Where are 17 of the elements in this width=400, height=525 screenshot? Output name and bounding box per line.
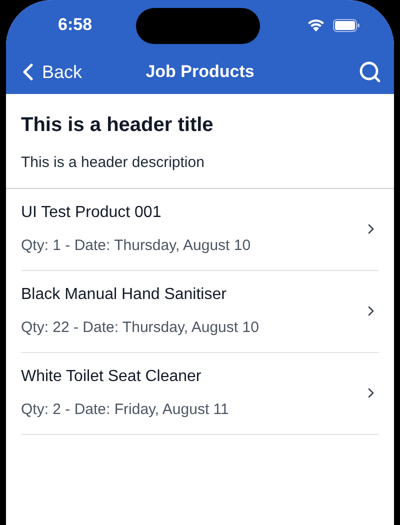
product-row[interactable]: White Toilet Seat Cleaner Qty: 2 - Date: Friday, August 11 bbox=[21, 352, 379, 434]
product-name: Black Manual Hand Sanitiser bbox=[21, 284, 228, 305]
header-title: This is a header title bbox=[21, 113, 214, 138]
product-details: Qty: 1 - Date: Thursday, August 10 bbox=[21, 236, 251, 256]
product-row[interactable]: UI Test Product 001 Qty: 1 - Date: Thursday, August 10 bbox=[21, 188, 379, 270]
page-title: Job Products bbox=[146, 61, 254, 84]
back-button[interactable]: Back bbox=[14, 58, 82, 86]
product-name: UI Test Product 001 bbox=[21, 202, 162, 223]
wifi-icon bbox=[307, 18, 325, 32]
product-details: Qty: 22 - Date: Thursday, August 10 bbox=[21, 318, 259, 338]
product-name: White Toilet Seat Cleaner bbox=[21, 366, 202, 387]
status-time: 6:58 bbox=[58, 14, 92, 36]
product-details: Qty: 2 - Date: Friday, August 11 bbox=[21, 400, 229, 420]
search-icon bbox=[358, 60, 382, 84]
battery-icon bbox=[333, 18, 360, 32]
header-description: This is a header description bbox=[21, 153, 206, 173]
product-row[interactable]: Black Manual Hand Sanitiser Qty: 22 - Date: Thursday, August 10 bbox=[21, 270, 379, 352]
